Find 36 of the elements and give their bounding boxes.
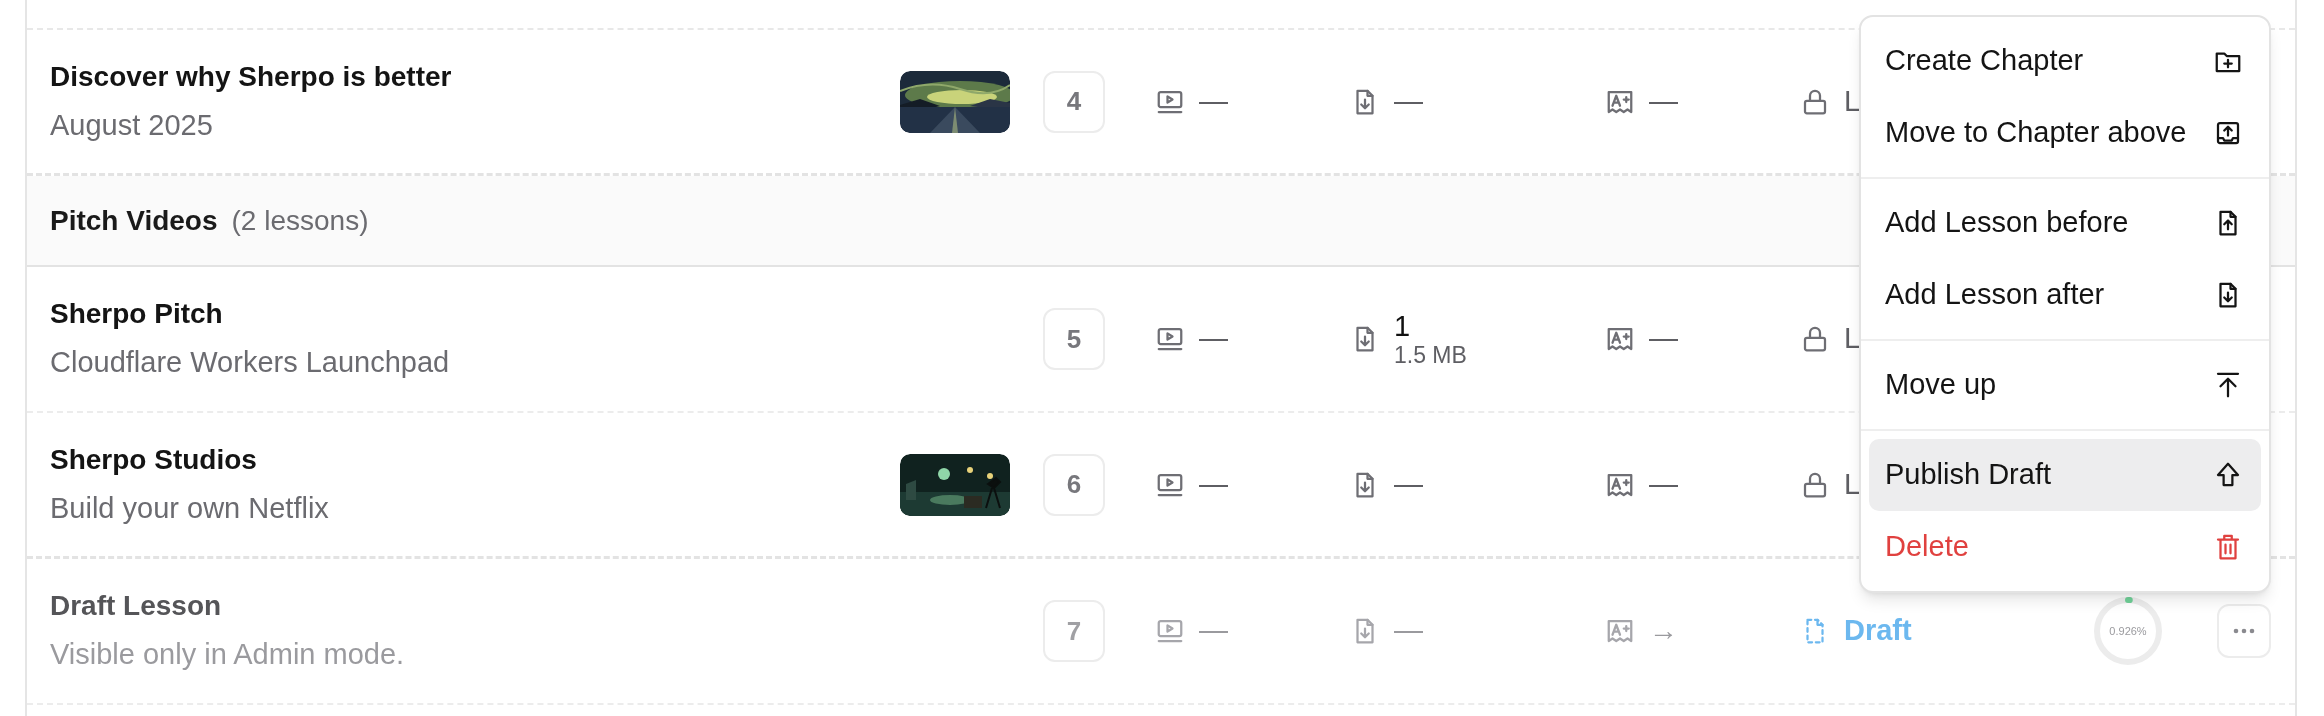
lesson-number: 4 xyxy=(1043,70,1105,133)
empty-value: — xyxy=(1649,321,1678,357)
empty-value: — xyxy=(1199,466,1228,502)
chapter-title: Pitch Videos xyxy=(50,203,218,238)
lesson-title: Draft Lesson xyxy=(50,589,223,624)
empty-value: — xyxy=(1394,613,1423,649)
status-label: L xyxy=(1844,466,1861,502)
lesson-number: 7 xyxy=(1043,600,1105,662)
attachment-count: 1 xyxy=(1394,310,1412,342)
lesson-count: (2 lessons) xyxy=(231,203,369,238)
lesson-subtitle: Build your own Netflix xyxy=(50,490,330,526)
lesson-subtitle: August 2025 xyxy=(50,107,214,143)
lesson-subtitle: Cloudflare Workers Launchpad xyxy=(50,345,451,381)
empty-value: → xyxy=(1649,613,1678,649)
status-label: L xyxy=(1844,321,1861,357)
lesson-number: 6 xyxy=(1043,453,1105,516)
lesson-title: Discover why Sherpo is better xyxy=(50,59,453,94)
menu-item[interactable]: Publish Draft xyxy=(1869,439,2261,511)
progress-ring xyxy=(2093,596,2163,666)
status-label: L xyxy=(1844,83,1861,119)
lesson-subtitle: Visible only in Admin mode. xyxy=(50,637,406,673)
empty-value: — xyxy=(1394,83,1423,119)
draft-status-label: Draft xyxy=(1844,613,1912,649)
empty-value: — xyxy=(1199,321,1228,357)
empty-value: — xyxy=(1199,83,1228,119)
empty-value: — xyxy=(1649,466,1678,502)
lesson-title: Sherpo Studios xyxy=(50,442,258,477)
attachment-size: 1.5 MB xyxy=(1394,342,1467,368)
more-icon xyxy=(2233,628,2255,634)
lesson-number: 5 xyxy=(1043,308,1105,370)
progress-percent: 0.926% xyxy=(2109,625,2147,637)
lesson-title: Sherpo Pitch xyxy=(50,297,224,332)
empty-value: — xyxy=(1199,613,1228,649)
more-button[interactable] xyxy=(2217,604,2271,658)
empty-value: — xyxy=(1649,83,1678,119)
empty-value: — xyxy=(1394,466,1423,502)
